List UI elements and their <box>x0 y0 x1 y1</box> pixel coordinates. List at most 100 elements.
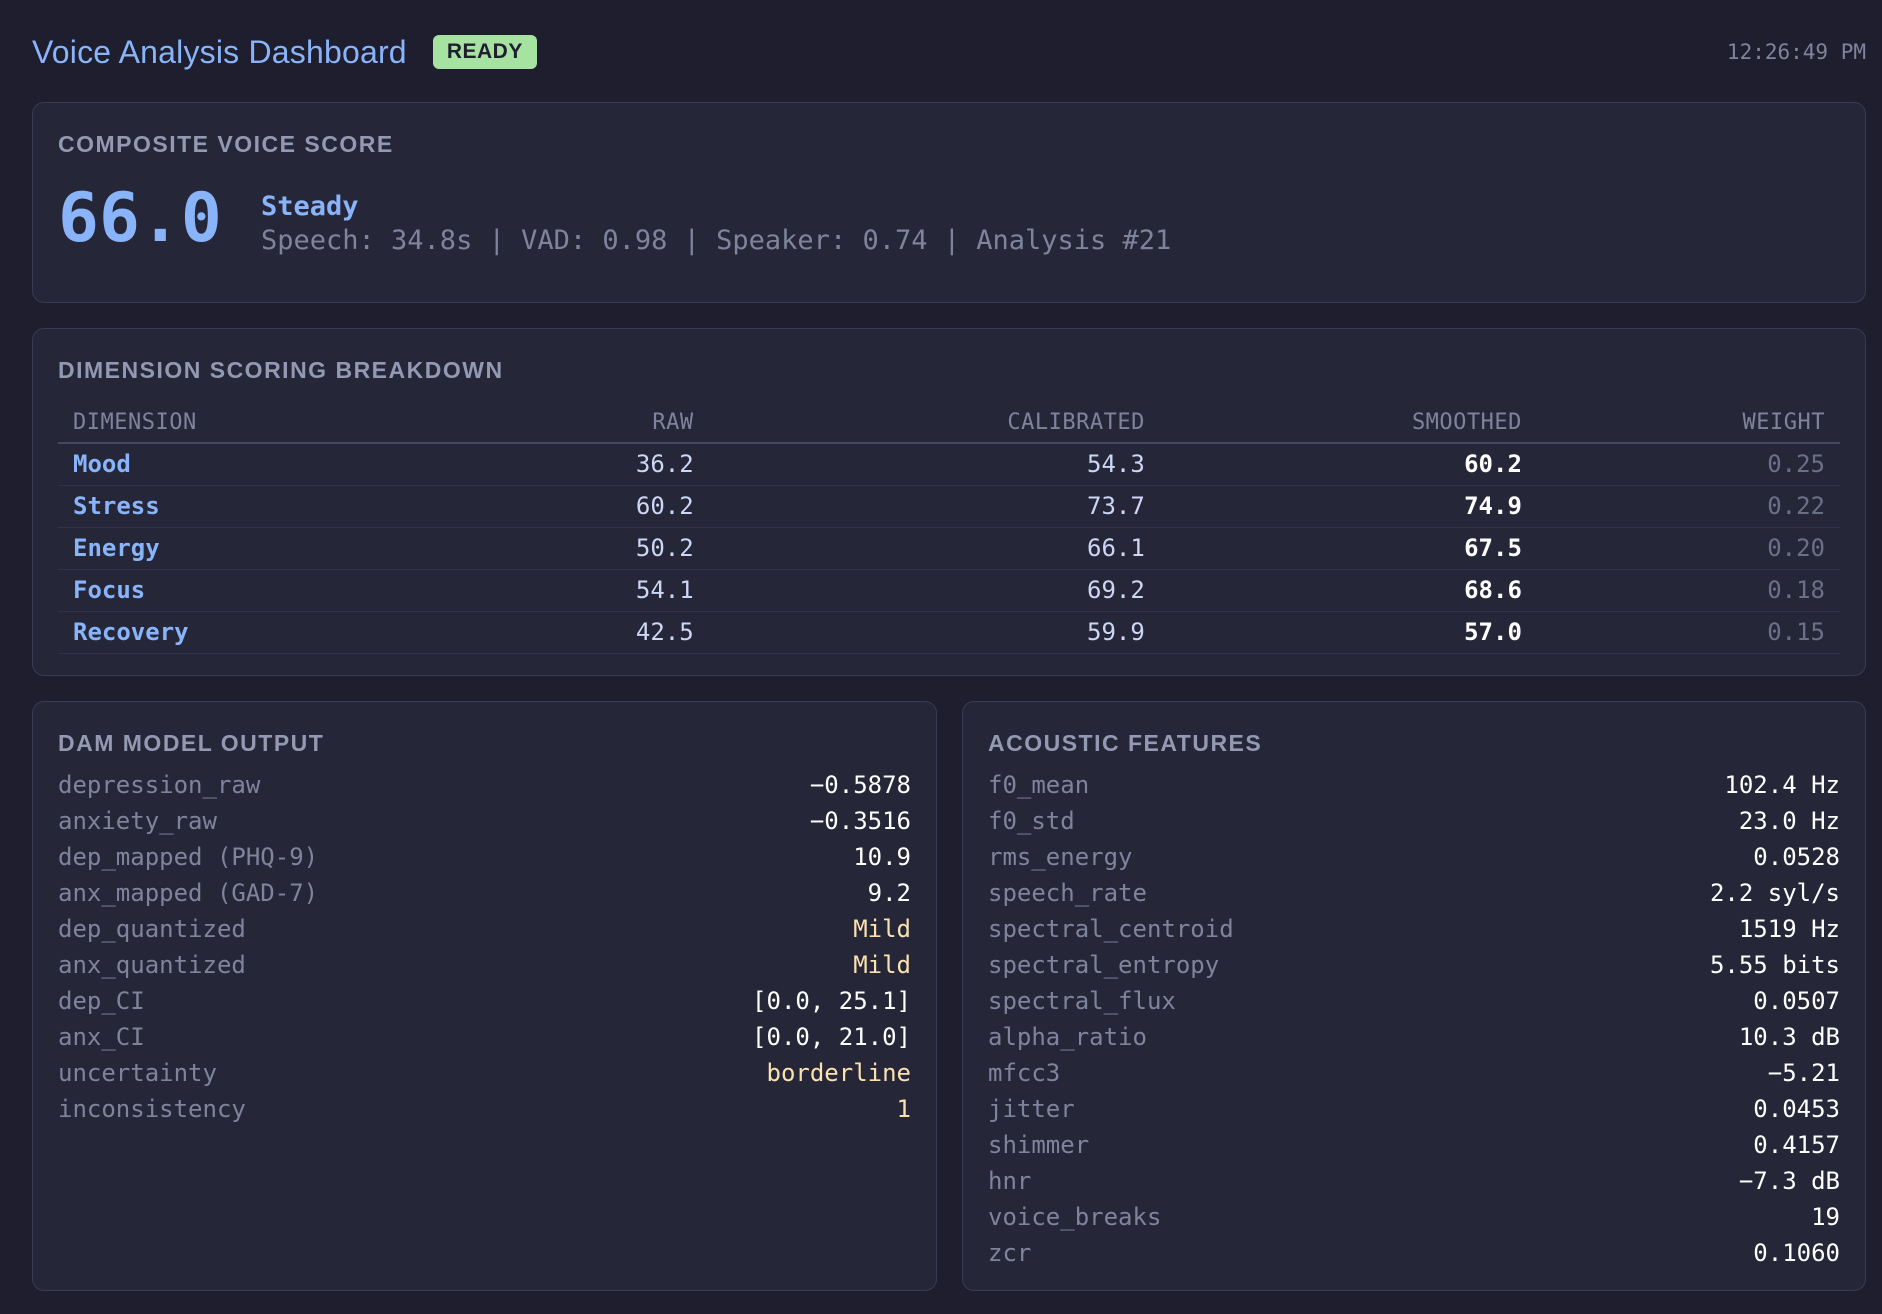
dam-output-list: depression_raw −0.5878 anxiety_raw −0.3516 d… <box>58 767 911 1127</box>
status-badge: READY <box>432 35 537 69</box>
feature-key: depression_raw <box>58 771 261 799</box>
weight-value: 0.18 <box>1536 569 1840 612</box>
list-item: f0_mean 102.4 Hz <box>988 767 1840 803</box>
list-item: anx_mapped (GAD-7) 9.2 <box>58 875 911 911</box>
list-item: f0_std 23.0 Hz <box>988 803 1840 839</box>
composite-meta: Speech: 34.8s | VAD: 0.98 | Speaker: 0.7… <box>261 225 1172 256</box>
feature-value: 0.0528 <box>1753 843 1840 871</box>
raw-value: 60.2 <box>472 485 709 528</box>
dimension-breakdown-title: DIMENSION SCORING BREAKDOWN <box>58 357 504 383</box>
feature-value: 5.55 bits <box>1709 951 1840 979</box>
weight-value: 0.22 <box>1536 485 1840 528</box>
feature-key: zcr <box>988 1239 1032 1267</box>
list-item: speech_rate 2.2 syl/s <box>988 875 1840 911</box>
feature-value: 0.4157 <box>1753 1131 1840 1159</box>
feature-key: anx_CI <box>58 1023 145 1051</box>
dimension-table: DIMENSION RAW CALIBRATED SMOOTHED WEIGHT… <box>58 403 1840 654</box>
list-item: uncertainty borderline <box>58 1055 911 1091</box>
table-row: Recovery 42.5 59.9 57.0 0.15 <box>58 611 1840 654</box>
acoustic-features-panel: ACOUSTIC FEATURES f0_mean 102.4 Hz f0_std 2… <box>962 701 1866 1291</box>
smoothed-value: 74.9 <box>1159 485 1537 528</box>
weight-value: 0.25 <box>1536 443 1840 486</box>
feature-key: dep_mapped (PHQ-9) <box>58 843 319 871</box>
list-item: dep_CI [0.0, 25.1] <box>58 983 911 1019</box>
acoustic-features-list: f0_mean 102.4 Hz f0_std 23.0 Hz rms_energy 0.… <box>988 767 1840 1271</box>
table-row: Energy 50.2 66.1 67.5 0.20 <box>58 527 1840 570</box>
composite-score-value: 66.0 <box>58 179 222 258</box>
dam-model-output-panel: DAM MODEL OUTPUT depression_raw −0.5878 an… <box>32 701 937 1291</box>
feature-key: f0_std <box>988 807 1075 835</box>
dimension-breakdown-panel: DIMENSION SCORING BREAKDOWN DIMENSION RA… <box>32 328 1866 676</box>
list-item: spectral_flux 0.0507 <box>988 983 1840 1019</box>
list-item: rms_energy 0.0528 <box>988 839 1840 875</box>
list-item: anx_quantized Mild <box>58 947 911 983</box>
dam-model-output-title: DAM MODEL OUTPUT <box>58 730 325 756</box>
smoothed-value: 57.0 <box>1159 611 1537 654</box>
feature-key: hnr <box>988 1167 1032 1195</box>
list-item: dep_mapped (PHQ-9) 10.9 <box>58 839 911 875</box>
raw-value: 50.2 <box>472 527 709 570</box>
feature-value: 9.2 <box>867 879 911 907</box>
acoustic-features-title: ACOUSTIC FEATURES <box>988 730 1263 756</box>
header: Voice Analysis Dashboard READY 12:26:49 … <box>32 30 1866 74</box>
feature-key: voice_breaks <box>988 1203 1162 1231</box>
feature-key: jitter <box>988 1095 1075 1123</box>
list-item: spectral_centroid 1519 Hz <box>988 911 1840 947</box>
feature-value: −5.21 <box>1767 1059 1840 1087</box>
feature-key: rms_energy <box>988 843 1133 871</box>
feature-key: mfcc3 <box>988 1059 1061 1087</box>
feature-value: 1 <box>896 1095 911 1123</box>
feature-key: f0_mean <box>988 771 1090 799</box>
feature-value: −0.5878 <box>809 771 911 799</box>
dimension-name: Energy <box>58 527 473 570</box>
feature-key: uncertainty <box>58 1059 217 1087</box>
calibrated-value: 66.1 <box>708 527 1160 570</box>
list-item: voice_breaks 19 <box>988 1199 1840 1235</box>
feature-value: Mild <box>853 951 911 979</box>
feature-value: 0.1060 <box>1753 1239 1840 1267</box>
list-item: zcr 0.1060 <box>988 1235 1840 1271</box>
calibrated-value: 54.3 <box>708 443 1160 486</box>
page-title: Voice Analysis Dashboard <box>32 33 407 70</box>
calibrated-value: 73.7 <box>708 485 1160 528</box>
feature-key: spectral_centroid <box>988 915 1234 943</box>
dimension-name: Focus <box>58 569 473 612</box>
dimension-name: Mood <box>58 443 473 486</box>
feature-value: 19 <box>1811 1203 1840 1231</box>
dimension-name: Stress <box>58 485 473 528</box>
feature-value: 23.0 Hz <box>1738 807 1840 835</box>
weight-value: 0.15 <box>1536 611 1840 654</box>
list-item: shimmer 0.4157 <box>988 1127 1840 1163</box>
feature-value: 102.4 Hz <box>1724 771 1840 799</box>
dimension-name: Recovery <box>58 611 473 654</box>
list-item: mfcc3 −5.21 <box>988 1055 1840 1091</box>
feature-key: shimmer <box>988 1131 1090 1159</box>
list-item: depression_raw −0.5878 <box>58 767 911 803</box>
feature-value: 0.0507 <box>1753 987 1840 1015</box>
feature-key: anx_mapped (GAD-7) <box>58 879 319 907</box>
feature-key: spectral_entropy <box>988 951 1220 979</box>
list-item: jitter 0.0453 <box>988 1091 1840 1127</box>
list-item: inconsistency 1 <box>58 1091 911 1127</box>
feature-value: 2.2 syl/s <box>1709 879 1840 907</box>
column-header-weight: WEIGHT <box>1536 403 1840 444</box>
feature-key: dep_CI <box>58 987 145 1015</box>
feature-key: anx_quantized <box>58 951 246 979</box>
feature-value: −0.3516 <box>809 807 911 835</box>
feature-key: inconsistency <box>58 1095 246 1123</box>
column-header-dimension: DIMENSION <box>58 403 473 444</box>
column-header-calibrated: CALIBRATED <box>708 403 1160 444</box>
composite-score-panel: COMPOSITE VOICE SCORE 66.0 Steady Speech… <box>32 102 1866 303</box>
feature-key: anxiety_raw <box>58 807 217 835</box>
feature-value: Mild <box>853 915 911 943</box>
column-header-smoothed: SMOOTHED <box>1159 403 1537 444</box>
composite-state-label: Steady <box>261 191 359 222</box>
calibrated-value: 69.2 <box>708 569 1160 612</box>
composite-score-title: COMPOSITE VOICE SCORE <box>58 131 394 157</box>
feature-key: speech_rate <box>988 879 1147 907</box>
table-row: Stress 60.2 73.7 74.9 0.22 <box>58 485 1840 528</box>
feature-value: −7.3 dB <box>1738 1167 1840 1195</box>
raw-value: 42.5 <box>472 611 709 654</box>
feature-value: 10.3 dB <box>1738 1023 1840 1051</box>
dimension-table-header: DIMENSION RAW CALIBRATED SMOOTHED WEIGHT <box>58 403 1840 444</box>
